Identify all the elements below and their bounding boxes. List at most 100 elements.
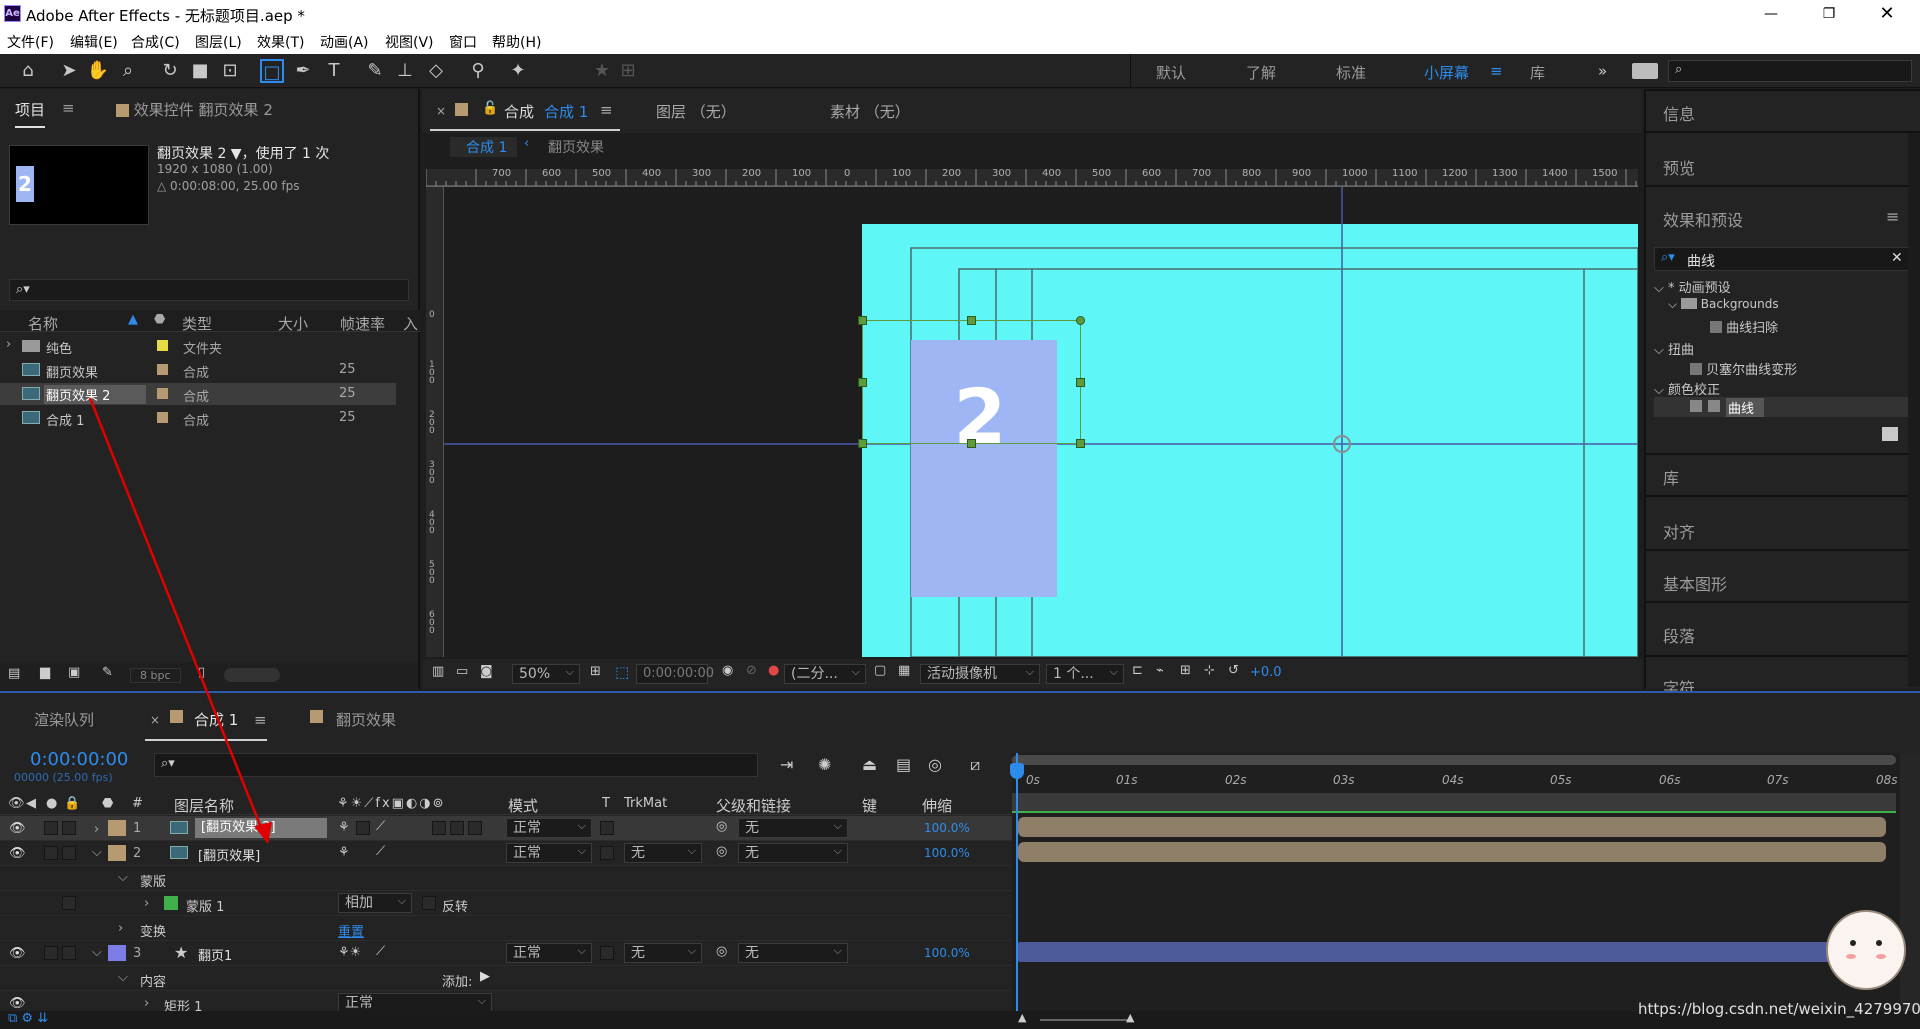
layer-name[interactable]: 翻页1 bbox=[198, 945, 232, 964]
transform-handle[interactable] bbox=[967, 316, 976, 325]
expand-icon[interactable]: › bbox=[144, 996, 149, 1011]
col-preserve-transparency[interactable]: T bbox=[602, 796, 610, 811]
close-button[interactable]: ✕ bbox=[1864, 2, 1910, 26]
collapse-icon[interactable]: ⌵ bbox=[92, 845, 102, 860]
workspace-library[interactable]: 库 bbox=[1530, 62, 1545, 83]
paragraph-panel-title[interactable]: 段落 bbox=[1663, 623, 1695, 647]
eye-icon[interactable]: 👁 bbox=[9, 846, 26, 861]
draft-3d-icon[interactable]: ✺ bbox=[818, 755, 831, 774]
col-layer-name[interactable]: 图层名称 bbox=[174, 795, 234, 816]
reset-link[interactable]: 重置 bbox=[338, 921, 364, 940]
quality-switch-icon[interactable]: ⟋ bbox=[376, 944, 385, 959]
sync-settings-icon[interactable] bbox=[1632, 63, 1658, 79]
layer-row-1[interactable]: 👁 › 1 [翻页效果 2] ⚘ ⟋ 正常 ◎ 无 100.0% bbox=[0, 816, 1012, 841]
menu-animation[interactable]: 动画(A) bbox=[320, 32, 369, 52]
tab-render-queue[interactable]: 渲染队列 bbox=[34, 709, 94, 730]
effects-search-input[interactable]: ⌕▾ 曲线 ✕ bbox=[1654, 247, 1910, 271]
anchor-point-icon[interactable] bbox=[1333, 435, 1351, 453]
workspace-standard[interactable]: 标准 bbox=[1336, 62, 1366, 83]
flowchart-icon[interactable]: ⊹ bbox=[1204, 663, 1215, 678]
add-menu-icon[interactable]: ▶ bbox=[480, 969, 490, 984]
show-snapshot-icon[interactable]: ⊘ bbox=[746, 663, 757, 678]
interpret-footage-icon[interactable]: ▤ bbox=[8, 666, 20, 681]
timeline-timecode[interactable]: 0:00:00:00 bbox=[30, 749, 128, 770]
shy-layers-icon[interactable]: ⏏ bbox=[862, 755, 877, 774]
breadcrumb-active[interactable]: 合成 1 bbox=[450, 137, 518, 157]
maximize-button[interactable]: ❐ bbox=[1806, 2, 1852, 26]
monitor-icon[interactable]: ▭ bbox=[456, 664, 468, 679]
comp-mini-flowchart-icon[interactable]: ⇥ bbox=[780, 755, 793, 774]
col-type[interactable]: 类型 bbox=[182, 313, 212, 334]
library-panel-title[interactable]: 库 bbox=[1663, 465, 1679, 489]
transform-handle[interactable] bbox=[1076, 316, 1085, 325]
tree-item-curves[interactable]: 曲线 bbox=[1654, 397, 1918, 417]
toggle-pixel-aspect-icon[interactable]: ⊏ bbox=[1132, 663, 1143, 678]
close-tab-icon[interactable]: × bbox=[150, 713, 160, 727]
safe-zones-icon[interactable]: ⊞ bbox=[590, 664, 601, 679]
expand-icon[interactable]: › bbox=[94, 822, 99, 837]
hand-tool-icon[interactable]: ✋ bbox=[86, 59, 110, 83]
col-in[interactable]: 入 bbox=[403, 313, 418, 334]
menu-composition[interactable]: 合成(C) bbox=[131, 32, 180, 52]
tab-comp-name[interactable]: 合成 1 bbox=[544, 101, 588, 122]
lock-icon[interactable]: 🔓 bbox=[482, 101, 498, 116]
text-tool-icon[interactable]: T bbox=[322, 59, 346, 83]
selection-tool-icon[interactable]: ➤ bbox=[57, 59, 81, 83]
always-preview-icon[interactable]: ▥ bbox=[432, 664, 444, 679]
parent-dropdown[interactable]: 无 bbox=[738, 942, 848, 963]
collapse-icon[interactable]: ⌵ bbox=[92, 945, 102, 960]
current-time-field[interactable]: 0:00:00:00 bbox=[636, 664, 714, 684]
project-search-input[interactable]: ⌕▾ bbox=[9, 279, 409, 301]
collapse-icon[interactable]: ⌵ bbox=[118, 970, 128, 985]
parent-dropdown[interactable]: 无 bbox=[738, 817, 848, 838]
time-graph[interactable]: 0s 01s 02s 03s 04s 05s 06s 07s 08s bbox=[1010, 753, 1920, 1029]
eye-icon[interactable]: 👁 bbox=[9, 946, 26, 961]
transform-handle[interactable] bbox=[858, 378, 867, 387]
lock-checkbox[interactable] bbox=[62, 846, 76, 860]
transform-handle[interactable] bbox=[1076, 378, 1085, 387]
comp-range-bar[interactable] bbox=[1012, 793, 1896, 811]
clone-stamp-tool-icon[interactable]: ⊥ bbox=[393, 59, 417, 83]
shy-switch-icon[interactable]: ⚘ bbox=[338, 820, 350, 835]
pen-tool-icon[interactable]: ✒ bbox=[291, 59, 315, 83]
preserve-transparency-checkbox[interactable] bbox=[600, 846, 614, 860]
tree-item-backgrounds[interactable]: ⌵ Backgrounds bbox=[1668, 297, 1779, 312]
motion-blur-switch[interactable] bbox=[432, 821, 446, 835]
tab-comp-1[interactable]: 合成 1 bbox=[194, 709, 238, 730]
pick-whip-icon[interactable]: ◎ bbox=[716, 844, 727, 859]
tree-item-color-correction[interactable]: ⌵ 颜色校正 bbox=[1654, 379, 1720, 398]
transparency-grid-icon[interactable]: ▦ bbox=[898, 663, 910, 678]
sort-ascending-icon[interactable]: ▲ bbox=[128, 312, 138, 327]
mask-visibility-icon[interactable]: ⬚ bbox=[615, 663, 629, 681]
label-tag-icon[interactable]: ⬣ bbox=[102, 796, 113, 811]
menu-edit[interactable]: 编辑(E) bbox=[70, 32, 118, 52]
transform-handle[interactable] bbox=[858, 439, 867, 448]
audio-toggle-icon[interactable]: ◀ bbox=[26, 796, 36, 811]
snapping-icon[interactable]: ⊞ bbox=[616, 59, 640, 83]
workspace-learn[interactable]: 了解 bbox=[1246, 62, 1276, 83]
col-fps[interactable]: 帧速率 bbox=[340, 313, 385, 334]
menu-layer[interactable]: 图层(L) bbox=[195, 32, 242, 52]
track-matte-dropdown[interactable]: 无 bbox=[624, 942, 702, 963]
minimize-button[interactable]: — bbox=[1748, 2, 1794, 26]
solo-icon[interactable]: ● bbox=[46, 796, 57, 811]
parent-dropdown[interactable]: 无 bbox=[738, 842, 848, 863]
roto-brush-tool-icon[interactable]: ⚲ bbox=[466, 59, 490, 83]
col-stretch[interactable]: 伸缩 bbox=[922, 795, 952, 816]
more-workspaces-icon[interactable]: » bbox=[1598, 62, 1607, 80]
layer-mode-dropdown[interactable]: 正常 bbox=[506, 842, 592, 863]
composition-viewer[interactable]: 2 bbox=[444, 187, 1638, 657]
right-panel-scrollbar[interactable] bbox=[1908, 133, 1920, 687]
layer-mode-dropdown[interactable]: 正常 bbox=[506, 942, 592, 963]
3d-switch[interactable] bbox=[468, 821, 482, 835]
exposure-value[interactable]: +0.0 bbox=[1250, 665, 1282, 680]
color-channels-icon[interactable]: ● bbox=[768, 663, 779, 678]
transform-handle[interactable] bbox=[967, 439, 976, 448]
mask-group-row[interactable]: ⌵ 蒙版 bbox=[0, 866, 1012, 891]
stretch-value[interactable]: 100.0% bbox=[924, 821, 970, 835]
resolution-dropdown[interactable]: (二分... bbox=[784, 663, 866, 684]
project-item-solids[interactable]: › 纯色 文件夹 bbox=[0, 335, 396, 357]
lock-checkbox[interactable] bbox=[62, 896, 76, 910]
new-preset-icon[interactable] bbox=[1882, 427, 1898, 441]
layer-2-duration-bar[interactable] bbox=[1018, 842, 1886, 862]
